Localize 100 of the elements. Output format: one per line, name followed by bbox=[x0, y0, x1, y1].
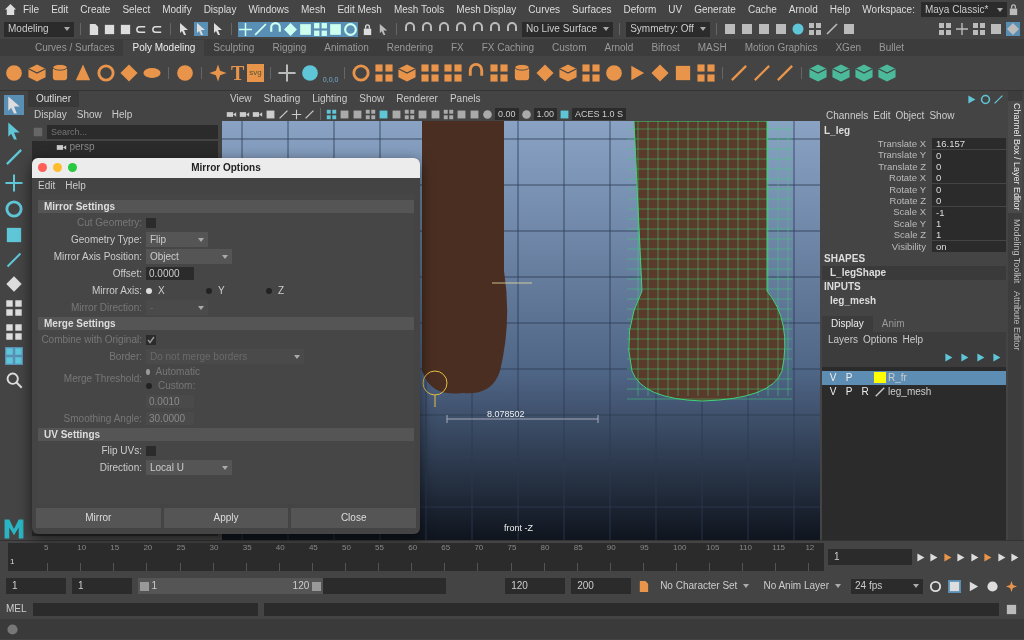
start-frame-field[interactable]: 1 bbox=[6, 578, 66, 594]
cylinder-icon[interactable] bbox=[50, 63, 70, 83]
hypershade-icon[interactable] bbox=[790, 22, 805, 36]
menu-item[interactable]: Mesh Tools bbox=[387, 3, 451, 16]
menu-item[interactable]: UV bbox=[662, 3, 689, 16]
side-tab[interactable]: Attribute Editor bbox=[1008, 288, 1022, 353]
menu-item[interactable]: Surfaces bbox=[566, 3, 618, 16]
menu-item[interactable]: Channels bbox=[826, 110, 869, 122]
workspace-dropdown[interactable]: Maya Classic* bbox=[920, 2, 1007, 17]
layer-toggle[interactable]: V bbox=[826, 371, 840, 384]
torus-icon[interactable] bbox=[96, 63, 116, 83]
svg-tool-icon[interactable]: svg bbox=[247, 64, 264, 82]
end-frame-field[interactable]: 200 bbox=[571, 578, 632, 594]
shelf-tab[interactable]: Sculpting bbox=[204, 40, 264, 56]
diamond-icon[interactable] bbox=[283, 21, 298, 37]
shelf-tab[interactable]: FX bbox=[442, 40, 473, 56]
menu-item[interactable]: Layers bbox=[828, 333, 858, 346]
four-pane-icon[interactable] bbox=[5, 299, 23, 317]
shelf-tab[interactable]: Bifrost bbox=[642, 40, 689, 56]
attribute-value[interactable]: 16.157 bbox=[932, 138, 1006, 150]
dropdown[interactable]: Object bbox=[146, 249, 232, 264]
type-tool-icon[interactable]: T bbox=[231, 63, 245, 83]
attribute-value[interactable]: 0 bbox=[932, 149, 1006, 161]
menu-item[interactable]: Edit bbox=[38, 180, 56, 192]
menu-item[interactable]: Windows bbox=[242, 3, 295, 16]
radio-option[interactable]: X bbox=[146, 284, 200, 297]
layer-toggle[interactable]: P bbox=[842, 385, 856, 398]
dialog-button[interactable]: Close bbox=[291, 508, 416, 528]
exposure-field[interactable]: 0.00 bbox=[495, 108, 519, 120]
layer-row[interactable]: V P R leg_mesh bbox=[822, 384, 1006, 399]
range-slider-track[interactable]: 1 120 bbox=[138, 578, 446, 594]
menu-item[interactable]: Curves bbox=[522, 3, 567, 16]
menu-item[interactable]: Arnold bbox=[782, 3, 824, 16]
live-surface-dropdown[interactable]: No Live Surface bbox=[522, 21, 614, 37]
menu-item[interactable]: Help bbox=[823, 3, 857, 16]
star-icon[interactable] bbox=[208, 63, 228, 83]
attribute-value[interactable]: 0 bbox=[932, 172, 1006, 184]
side-tab[interactable]: Modeling Toolkit bbox=[1008, 216, 1022, 285]
layer-row[interactable]: V P R_fr bbox=[822, 370, 1006, 385]
menu-item[interactable]: Display bbox=[34, 109, 67, 121]
menu-item[interactable]: Display bbox=[197, 3, 243, 16]
layer-toggle[interactable]: R bbox=[858, 385, 872, 398]
layer-type-icon[interactable] bbox=[874, 385, 886, 398]
home-icon[interactable] bbox=[4, 3, 17, 16]
shelf-tab[interactable]: Rendering bbox=[377, 40, 442, 56]
dropdown[interactable]: Local U bbox=[146, 460, 232, 475]
attribute-value[interactable]: 1 bbox=[932, 217, 1006, 229]
playback-start-field[interactable]: 1 bbox=[72, 578, 132, 594]
menu-item[interactable]: Object bbox=[895, 110, 925, 122]
command-result-field[interactable] bbox=[263, 602, 999, 616]
search-icon[interactable] bbox=[5, 371, 23, 389]
menu-item[interactable]: Show bbox=[359, 93, 385, 105]
play-forward-icon[interactable] bbox=[968, 551, 980, 563]
shelf-tab[interactable]: Arnold bbox=[595, 40, 643, 56]
menu-item[interactable]: Edit Mesh bbox=[331, 3, 388, 16]
timeline-ruler[interactable]: 1 5 10 15 20 25 30 35 40 45 50 55 60 65 70 75 80 85 90 95 100 105 110 115 12 bbox=[8, 543, 824, 571]
menu-item[interactable]: Create bbox=[74, 3, 117, 16]
menu-item[interactable]: Options bbox=[863, 333, 898, 346]
command-language-label[interactable]: MEL bbox=[6, 603, 27, 615]
shelf-tab[interactable]: FX Caching bbox=[472, 40, 543, 56]
menu-item[interactable]: Cache bbox=[741, 3, 783, 16]
gamma-field[interactable]: 1.00 bbox=[533, 108, 558, 120]
character-set-dropdown[interactable]: No Character Set bbox=[656, 578, 754, 594]
outliner-tab[interactable]: Outliner bbox=[28, 91, 79, 107]
input-node[interactable]: leg_mesh bbox=[822, 293, 1006, 308]
select-tool-icon[interactable] bbox=[4, 95, 24, 115]
attribute-value[interactable]: -1 bbox=[932, 206, 1006, 218]
shelf-tab[interactable]: Curves / Surfaces bbox=[26, 40, 124, 56]
layer-toggle[interactable]: V bbox=[826, 385, 840, 398]
side-tab[interactable]: Channel Box / Layer Editor bbox=[1008, 101, 1022, 213]
lock-icon[interactable] bbox=[1007, 3, 1020, 16]
shelf-tab[interactable]: Poly Modeling bbox=[123, 40, 205, 56]
rotate-tool-icon[interactable] bbox=[4, 199, 24, 219]
shelf-tab[interactable]: Bullet bbox=[870, 40, 914, 56]
square-icon[interactable] bbox=[298, 21, 313, 37]
playback-end-field[interactable]: 120 bbox=[505, 578, 566, 594]
menu-item[interactable]: Help bbox=[902, 333, 924, 346]
menu-item[interactable]: Modify bbox=[156, 3, 198, 16]
menu-item[interactable]: Edit bbox=[45, 3, 75, 16]
menu-item[interactable]: Generate bbox=[688, 3, 742, 16]
panel-tab[interactable]: Anim bbox=[872, 315, 914, 332]
menu-item[interactable]: Mesh Display bbox=[450, 3, 523, 16]
sphere-icon[interactable] bbox=[4, 63, 24, 83]
menu-item[interactable]: View bbox=[230, 93, 252, 105]
dialog-button[interactable]: Apply bbox=[163, 508, 289, 528]
attribute-value[interactable]: 0 bbox=[932, 183, 1006, 195]
menu-item[interactable]: Show bbox=[76, 109, 102, 121]
anim-layer-dropdown[interactable]: No Anim Layer bbox=[759, 578, 845, 594]
color-space-field[interactable]: ACES 1.0 S bbox=[572, 108, 627, 120]
menu-item[interactable]: Deform bbox=[617, 3, 663, 16]
menu-item[interactable]: Help bbox=[65, 180, 86, 192]
menu-item[interactable]: Select bbox=[116, 3, 157, 16]
shelf-tab[interactable]: XGen bbox=[826, 40, 870, 56]
menu-item[interactable]: Renderer bbox=[396, 93, 438, 105]
shelf-tab[interactable]: Motion Graphics bbox=[735, 40, 827, 56]
checkbox[interactable] bbox=[146, 445, 156, 456]
menu-item[interactable]: Mesh bbox=[295, 3, 332, 16]
input-field[interactable]: 0.0000 bbox=[146, 267, 194, 280]
current-frame-field[interactable]: 1 bbox=[828, 549, 912, 565]
move-tool-icon[interactable] bbox=[4, 173, 24, 193]
